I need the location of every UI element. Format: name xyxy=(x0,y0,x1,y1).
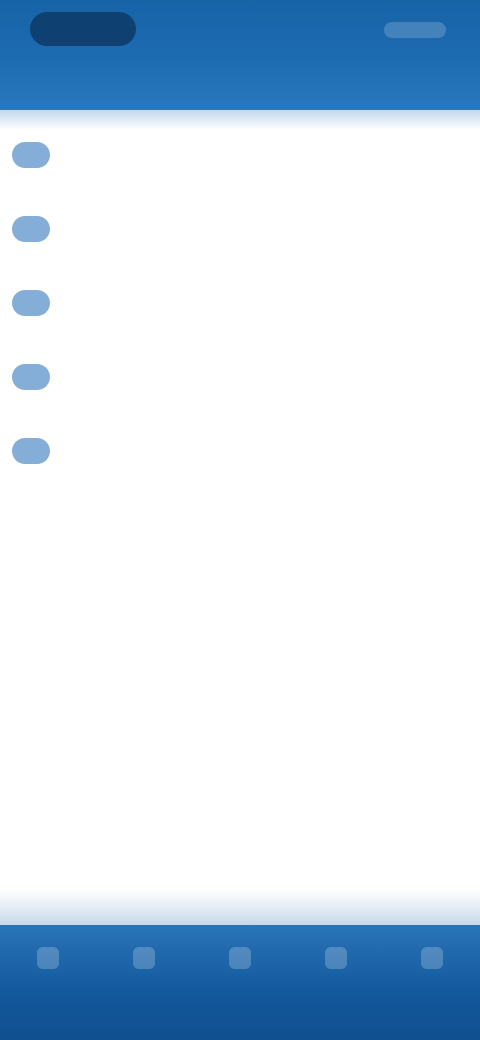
nav-item-3[interactable] xyxy=(208,947,272,1003)
bottom-navigation xyxy=(0,925,480,1040)
nav-item-1[interactable] xyxy=(16,947,80,1003)
list-item[interactable] xyxy=(0,414,480,488)
nav-icon xyxy=(325,947,347,969)
status-bar-pill xyxy=(30,12,136,46)
list-item-icon xyxy=(12,142,50,168)
nav-icon xyxy=(421,947,443,969)
status-icons xyxy=(384,22,446,38)
nav-item-4[interactable] xyxy=(304,947,368,1003)
list-item[interactable] xyxy=(0,192,480,266)
bottom-bar-shadow xyxy=(0,890,480,930)
nav-icon xyxy=(229,947,251,969)
list-item-icon xyxy=(12,216,50,242)
list-item-icon xyxy=(12,438,50,464)
list-item-icon xyxy=(12,290,50,316)
list-item[interactable] xyxy=(0,266,480,340)
nav-icon xyxy=(37,947,59,969)
list-item[interactable] xyxy=(0,118,480,192)
nav-item-2[interactable] xyxy=(112,947,176,1003)
settings-list xyxy=(0,118,480,488)
app-screen xyxy=(0,0,480,1040)
list-item[interactable] xyxy=(0,340,480,414)
nav-icon xyxy=(133,947,155,969)
app-header xyxy=(0,0,480,110)
list-item-icon xyxy=(12,364,50,390)
nav-item-5[interactable] xyxy=(400,947,464,1003)
